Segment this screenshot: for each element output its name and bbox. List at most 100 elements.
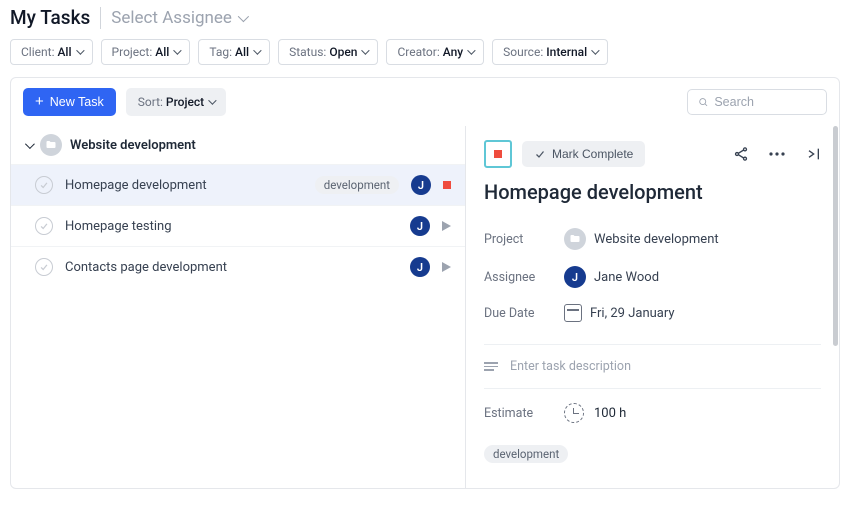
filter-value: All xyxy=(57,45,71,59)
search-icon xyxy=(698,96,708,108)
chevron-down-icon xyxy=(174,46,182,54)
stop-timer-icon[interactable] xyxy=(443,181,451,189)
filter-label: Project: xyxy=(112,45,153,59)
assignee-selector-label: Select Assignee xyxy=(111,8,232,28)
main-panel: + New Task Sort: Project Website develop… xyxy=(10,77,840,489)
chevron-down-icon xyxy=(208,96,216,104)
description-icon xyxy=(484,362,498,371)
meta-project: Project Website development xyxy=(484,220,821,258)
scrollbar[interactable] xyxy=(833,126,838,346)
sort-selector[interactable]: Sort: Project xyxy=(126,88,226,116)
group-header[interactable]: Website development xyxy=(11,126,465,164)
detail-toolbar: Mark Complete xyxy=(484,140,821,168)
chevron-down-icon xyxy=(591,46,599,54)
tags-row: development xyxy=(484,445,821,463)
chevron-down-icon xyxy=(467,46,475,54)
task-detail-panel: Mark Complete Homepage dev xyxy=(466,126,839,488)
assignee-link[interactable]: J Jane Wood xyxy=(564,266,659,288)
new-task-button[interactable]: + New Task xyxy=(23,88,116,116)
chevron-down-icon xyxy=(253,46,261,54)
project-name: Website development xyxy=(594,232,719,247)
chevron-down-icon xyxy=(362,46,370,54)
task-row[interactable]: Homepage testing J xyxy=(11,205,465,246)
filter-tag[interactable]: Tag: All xyxy=(198,39,270,65)
filter-value: Any xyxy=(443,45,463,59)
folder-icon xyxy=(564,228,586,250)
task-name: Contacts page development xyxy=(65,260,227,275)
filter-label: Status: xyxy=(289,45,326,59)
description-field[interactable]: Enter task description xyxy=(484,344,821,374)
complete-toggle-icon[interactable] xyxy=(35,217,53,235)
due-date-picker[interactable]: Fri, 29 January xyxy=(564,304,675,322)
divider xyxy=(100,7,101,29)
filter-bar: Client: All Project: All Tag: All Status… xyxy=(0,33,850,77)
chevron-down-icon xyxy=(25,139,35,149)
task-name: Homepage development xyxy=(65,178,207,193)
estimate-value[interactable]: 100 h xyxy=(594,406,626,421)
stop-icon xyxy=(494,150,502,158)
assignee-avatar: J xyxy=(411,175,431,195)
calendar-icon xyxy=(564,304,582,322)
description-placeholder: Enter task description xyxy=(510,359,631,374)
chevron-down-icon xyxy=(238,10,249,21)
sort-value: Project xyxy=(166,95,204,109)
task-list: Website development Homepage development… xyxy=(11,126,466,488)
meta-label: Assignee xyxy=(484,270,564,285)
task-row[interactable]: Homepage development development J xyxy=(11,164,465,205)
page-title: My Tasks xyxy=(10,6,90,29)
search-input[interactable] xyxy=(714,95,816,109)
filter-status[interactable]: Status: Open xyxy=(278,39,378,65)
timer-button[interactable] xyxy=(484,140,512,168)
assignee-selector[interactable]: Select Assignee xyxy=(111,8,246,28)
filter-label: Client: xyxy=(21,45,54,59)
task-tag: development xyxy=(315,176,399,194)
split-view: Website development Homepage development… xyxy=(11,126,839,488)
meta-label: Project xyxy=(484,232,564,247)
collapse-panel-icon[interactable] xyxy=(805,146,821,162)
folder-icon xyxy=(40,134,62,156)
assignee-avatar: J xyxy=(410,257,430,277)
tag-chip[interactable]: development xyxy=(484,445,568,463)
assignee-avatar: J xyxy=(564,266,586,288)
task-row[interactable]: Contacts page development J xyxy=(11,246,465,287)
start-timer-icon[interactable] xyxy=(442,221,451,231)
search-box[interactable] xyxy=(687,89,827,115)
meta-assignee: Assignee J Jane Wood xyxy=(484,258,821,296)
filter-label: Source: xyxy=(503,45,543,59)
task-name: Homepage testing xyxy=(65,219,172,234)
filter-creator[interactable]: Creator: Any xyxy=(386,39,484,65)
mark-complete-label: Mark Complete xyxy=(552,147,633,161)
mark-complete-button[interactable]: Mark Complete xyxy=(522,141,645,167)
check-icon xyxy=(534,148,546,160)
filter-value: All xyxy=(235,45,249,59)
complete-toggle-icon[interactable] xyxy=(35,258,53,276)
meta-label: Due Date xyxy=(484,306,564,321)
complete-toggle-icon[interactable] xyxy=(35,176,53,194)
group-name: Website development xyxy=(70,138,196,153)
filter-value: Internal xyxy=(546,45,587,59)
meta-due-date: Due Date Fri, 29 January xyxy=(484,296,821,330)
detail-title[interactable]: Homepage development xyxy=(484,180,821,204)
new-task-label: New Task xyxy=(50,95,104,109)
meta-estimate: Estimate 100 h xyxy=(484,388,821,423)
filter-project[interactable]: Project: All xyxy=(101,39,191,65)
more-icon[interactable] xyxy=(769,152,785,156)
meta-label: Estimate xyxy=(484,406,564,421)
assignee-avatar: J xyxy=(410,216,430,236)
toolbar: + New Task Sort: Project xyxy=(11,78,839,126)
page-header: My Tasks Select Assignee xyxy=(0,0,850,33)
clock-icon xyxy=(564,403,584,423)
start-timer-icon[interactable] xyxy=(442,262,451,272)
filter-client[interactable]: Client: All xyxy=(10,39,93,65)
project-link[interactable]: Website development xyxy=(564,228,719,250)
due-date-value: Fri, 29 January xyxy=(590,306,675,321)
filter-value: Open xyxy=(329,45,357,59)
chevron-down-icon xyxy=(76,46,84,54)
share-icon[interactable] xyxy=(733,146,749,162)
filter-value: All xyxy=(155,45,169,59)
filter-label: Creator: xyxy=(397,45,439,59)
filter-source[interactable]: Source: Internal xyxy=(492,39,608,65)
sort-label: Sort: xyxy=(138,95,163,109)
filter-label: Tag: xyxy=(209,45,232,59)
assignee-name: Jane Wood xyxy=(594,270,659,285)
